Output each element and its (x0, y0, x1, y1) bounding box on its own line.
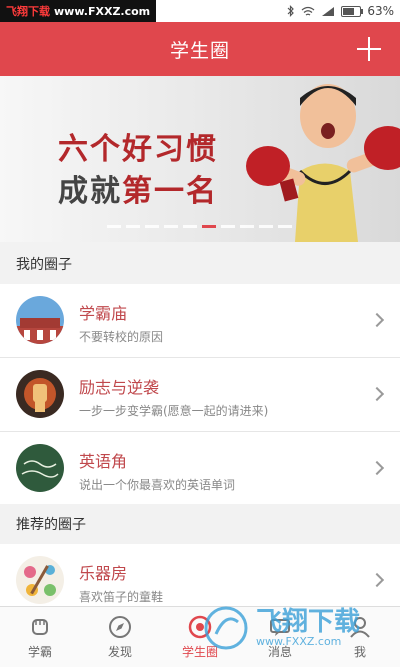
fist-icon (32, 619, 48, 635)
nav-item-xueba[interactable]: 学霸 (0, 607, 80, 667)
nav-item-discover[interactable]: 发现 (80, 607, 160, 667)
carousel-dot[interactable] (202, 225, 216, 228)
english-chalkboard-avatar (16, 444, 64, 492)
carousel-dot[interactable] (107, 225, 121, 228)
circle-name: 英语角 (79, 452, 128, 471)
circle-name: 学霸庙 (79, 304, 128, 323)
circle-desc: 说出一个你最喜欢的英语单词 (79, 478, 236, 492)
user-icon (350, 617, 370, 638)
list-item[interactable]: 英语角 说出一个你最喜欢的英语单词 (0, 432, 400, 505)
temple-avatar (16, 296, 64, 344)
circle-desc: 喜欢笛子的童鞋 (79, 590, 164, 604)
instruments-avatar (16, 556, 64, 604)
banner-line2: 成就第一名 (58, 166, 218, 210)
nav-label: 学霸 (27, 645, 52, 659)
banner-line2-prefix: 成就 (58, 174, 122, 209)
carousel-dot[interactable] (259, 225, 273, 228)
section-header-my-circles: 我的圈子 (0, 244, 400, 284)
status-bar: 飞翔下载 www.FXXZ.com 63% (0, 0, 400, 22)
add-button[interactable] (352, 32, 386, 66)
carousel-dot[interactable] (221, 225, 235, 228)
banner-line2-highlight: 第一名 (122, 174, 218, 209)
compass-icon (109, 616, 131, 638)
nav-label: 消息 (267, 645, 292, 659)
nav-item-messages[interactable]: 消息 (240, 607, 320, 667)
circle-icon (188, 615, 212, 639)
nav-item-student-circle[interactable]: 学生圈 (160, 607, 240, 667)
circle-name: 励志与逆袭 (79, 378, 160, 397)
circle-name: 乐器房 (79, 564, 128, 583)
banner-carousel[interactable]: 六个好习惯 成就第一名 (0, 76, 400, 242)
watermark-brand: 飞翔下载 (6, 5, 50, 18)
chevron-right-icon (369, 386, 385, 402)
title-bar: 学生圈 (0, 22, 400, 76)
nav-label: 发现 (107, 645, 132, 659)
battery-icon (341, 5, 364, 17)
bluetooth-icon (287, 5, 295, 17)
battery-text: 63% (367, 4, 394, 18)
my-circles-list: 学霸庙 不要转校的原因 励志与逆袭 一步一步变学霸(愿意一起的请进来) 英语角 … (0, 284, 400, 505)
circle-desc: 一步一步变学霸(愿意一起的请进来) (79, 404, 269, 418)
nav-label: 我 (353, 645, 366, 659)
carousel-indicator (107, 225, 292, 228)
recommended-title: 推荐的圈子 (16, 517, 86, 533)
status-icons: 63% (287, 0, 394, 22)
carousel-dot[interactable] (240, 225, 254, 228)
list-item[interactable]: 励志与逆袭 一步一步变学霸(愿意一起的请进来) (0, 358, 400, 432)
carousel-dot[interactable] (278, 225, 292, 228)
my-circles-title: 我的圈子 (16, 257, 72, 273)
signal-icon (322, 6, 335, 16)
carousel-dot[interactable] (183, 225, 197, 228)
boxer-kid-illustration (246, 84, 400, 242)
watermark-url: www.FXXZ.com (54, 4, 151, 18)
list-item[interactable]: 学霸庙 不要转校的原因 (0, 284, 400, 358)
chevron-right-icon (369, 312, 385, 328)
message-icon (270, 619, 290, 636)
page-title: 学生圈 (169, 39, 230, 62)
section-header-recommended: 推荐的圈子 (0, 504, 400, 544)
carousel-dot[interactable] (164, 225, 178, 228)
wifi-icon (301, 6, 315, 16)
chevron-right-icon (369, 460, 385, 476)
nav-item-me[interactable]: 我 (320, 607, 400, 667)
circle-desc: 不要转校的原因 (79, 330, 164, 344)
bottom-nav: 学霸 发现 学生圈 消息 我 (0, 606, 400, 667)
watermark-top: 飞翔下载 www.FXXZ.com (0, 0, 157, 22)
fist-avatar (16, 370, 64, 418)
chevron-right-icon (369, 572, 385, 588)
carousel-dot[interactable] (126, 225, 140, 228)
banner-line1: 六个好习惯 (58, 132, 218, 167)
carousel-dot[interactable] (145, 225, 159, 228)
nav-label: 学生圈 (181, 645, 218, 659)
